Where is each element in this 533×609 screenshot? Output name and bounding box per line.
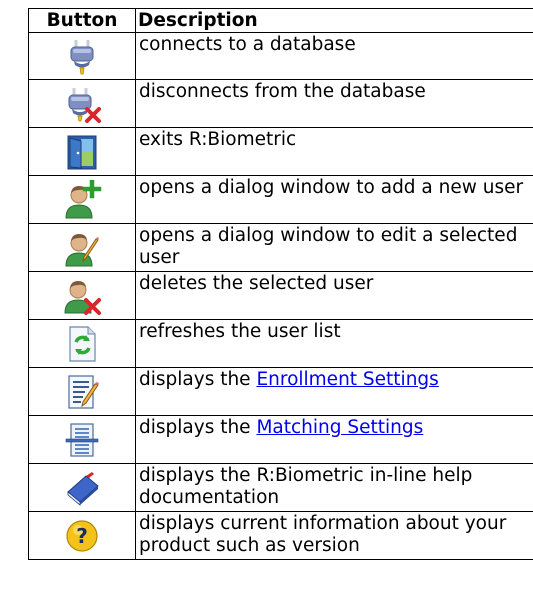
delete-user-icon [62, 276, 102, 316]
about-question-icon: ? [62, 516, 102, 556]
refresh-icon [62, 324, 102, 364]
description-cell: οpens a dialog window to edit a selected… [135, 223, 533, 272]
button-description-table: Button Description connects to a databas… [28, 8, 533, 560]
help-book-icon [62, 468, 102, 508]
icon-cell [28, 463, 136, 512]
icon-cell [28, 367, 136, 416]
matching-settings-icon [62, 420, 102, 460]
description-column-header: Description [135, 8, 533, 33]
icon-cell [28, 271, 136, 320]
enrollment-settings-icon [62, 372, 102, 412]
exit-door-icon [62, 132, 102, 172]
icon-cell [28, 127, 136, 176]
table-row: displays the Matching Settings [28, 415, 533, 464]
table-row: οpens a dialog window to edit a selected… [28, 223, 533, 272]
header-row: Button Description [28, 8, 533, 33]
description-cell: disconnects from the database [135, 79, 533, 128]
icon-cell [28, 319, 136, 368]
table-row: refreshes the user list [28, 319, 533, 368]
table-row: displays the Enrollment Settings [28, 367, 533, 416]
table-row: connects to a database [28, 32, 533, 80]
connect-plug-icon [62, 36, 102, 76]
icon-cell [28, 415, 136, 464]
svg-text:?: ? [76, 524, 88, 548]
edit-user-icon [62, 228, 102, 268]
description-prefix: displays the [139, 369, 257, 390]
description-cell: displays the Matching Settings [135, 415, 533, 464]
description-cell: opens a dialog window to add a new user [135, 175, 533, 224]
description-cell: displays the Enrollment Settings [135, 367, 533, 416]
icon-cell [28, 79, 136, 128]
enrollment-settings-link[interactable]: Enrollment Settings [256, 369, 438, 390]
description-cell: deletes the selected user [135, 271, 533, 320]
icon-cell: ? [28, 511, 136, 560]
table-row: displays the R:Biometric in-line help do… [28, 463, 533, 512]
table-row: opens a dialog window to add a new user [28, 175, 533, 224]
table-row: disconnects from the database [28, 79, 533, 128]
add-user-icon [62, 179, 102, 220]
description-cell: refreshes the user list [135, 319, 533, 368]
table-row: deletes the selected user [28, 271, 533, 320]
description-prefix: displays the [139, 417, 257, 438]
disconnect-plug-icon [62, 84, 102, 124]
button-column-header: Button [28, 8, 136, 33]
icon-cell [28, 223, 136, 272]
description-cell: displays current information about your … [135, 511, 533, 560]
matching-settings-link[interactable]: Matching Settings [256, 417, 423, 438]
table-row: ? displays current information about you… [28, 511, 533, 560]
description-cell: connects to a database [135, 32, 533, 80]
table-row: exits R:Biometric [28, 127, 533, 176]
description-cell: exits R:Biometric [135, 127, 533, 176]
icon-cell [28, 32, 136, 80]
icon-cell [28, 175, 136, 224]
description-cell: displays the R:Biometric in-line help do… [135, 463, 533, 512]
